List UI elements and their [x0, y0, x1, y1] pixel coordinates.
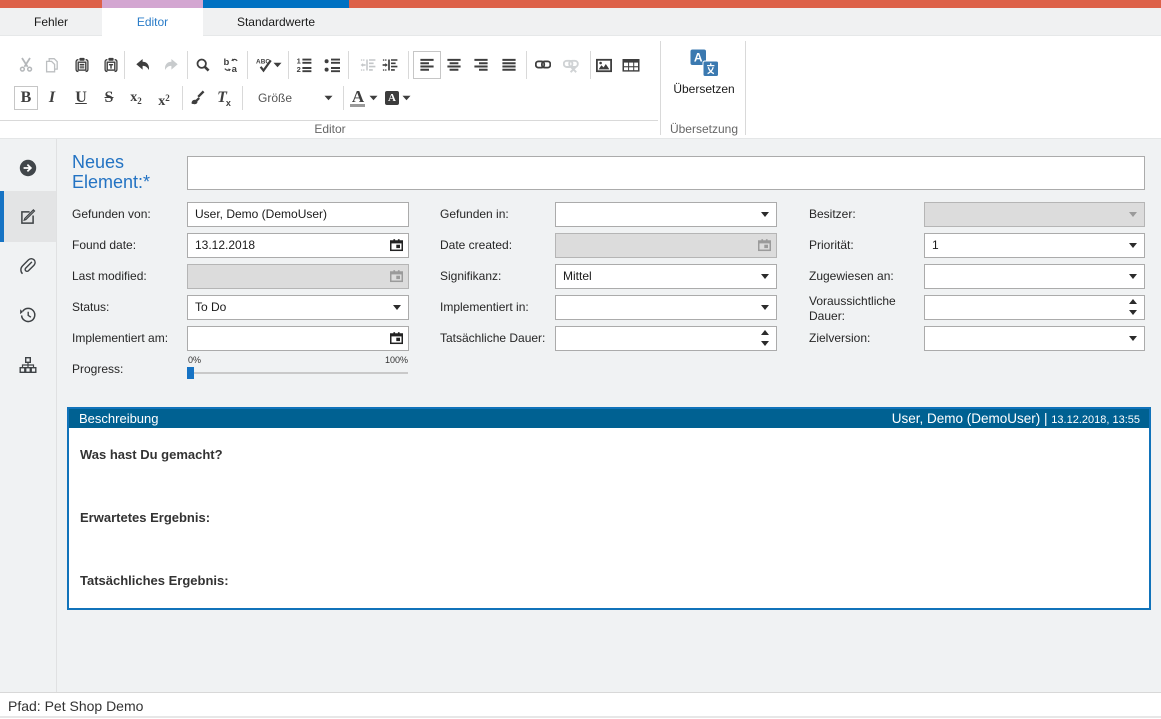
svg-text:b: b: [224, 57, 230, 68]
svg-text:A: A: [694, 51, 703, 65]
svg-text:a: a: [232, 64, 238, 73]
svg-text:2: 2: [297, 65, 301, 73]
